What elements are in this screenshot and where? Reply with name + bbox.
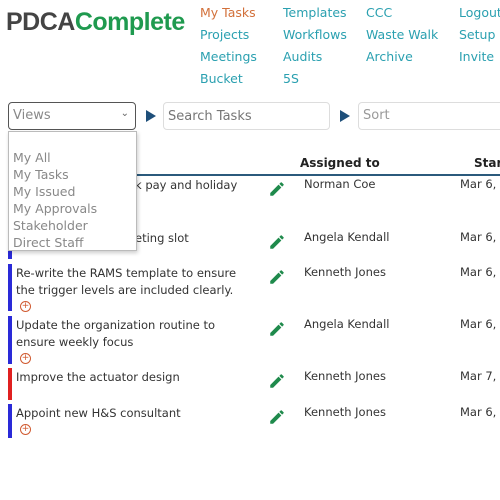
start-date: Mar 6, 2 bbox=[460, 230, 500, 244]
header-assigned-to[interactable]: Assigned to bbox=[300, 156, 380, 170]
nav-link-setup[interactable]: Setup bbox=[459, 27, 495, 42]
menu-item-my-tasks[interactable]: My Tasks bbox=[13, 167, 69, 182]
priority-bar bbox=[8, 316, 12, 364]
start-date: Mar 6, 2 bbox=[460, 317, 500, 331]
priority-bar bbox=[8, 368, 12, 400]
header-start[interactable]: Start bbox=[474, 156, 500, 170]
menu-item-direct-staff[interactable]: Direct Staff bbox=[13, 235, 84, 250]
nav-link-ccc[interactable]: CCC bbox=[366, 5, 392, 20]
search-input[interactable] bbox=[163, 102, 330, 130]
nav-link-my-tasks[interactable]: My Tasks bbox=[200, 5, 256, 20]
task-title[interactable]: Re-write the RAMS template to ensure the… bbox=[16, 265, 256, 299]
chevron-down-icon: ⌄ bbox=[120, 108, 129, 119]
menu-item-my-issued[interactable]: My Issued bbox=[13, 184, 75, 199]
nav-link-5s[interactable]: 5S bbox=[283, 71, 299, 86]
start-date: Mar 6, 2 bbox=[460, 405, 500, 419]
start-date: Mar 6, 2 bbox=[460, 177, 500, 191]
edit-pencil-icon[interactable] bbox=[268, 233, 286, 255]
assigned-to: Kenneth Jones bbox=[304, 265, 386, 279]
task-title[interactable]: Appoint new H&S consultant bbox=[16, 405, 256, 422]
nav-link-logout[interactable]: Logout bbox=[459, 5, 500, 20]
views-dropdown-menu: My All My Tasks My Issued My Approvals S… bbox=[8, 131, 137, 251]
views-select[interactable]: Views ⌄ bbox=[8, 102, 136, 130]
edit-pencil-icon[interactable] bbox=[268, 268, 286, 290]
assigned-to: Angela Kendall bbox=[304, 230, 390, 244]
menu-item-stakeholder[interactable]: Stakeholder bbox=[13, 218, 88, 233]
play-arrow-icon[interactable] bbox=[146, 110, 156, 122]
start-date: Mar 6, 2 bbox=[460, 265, 500, 279]
menu-item-my-approvals[interactable]: My Approvals bbox=[13, 201, 97, 216]
play-arrow-icon[interactable] bbox=[340, 110, 350, 122]
nav-link-invite[interactable]: Invite bbox=[459, 49, 494, 64]
nav-link-archive[interactable]: Archive bbox=[366, 49, 413, 64]
add-circle-icon[interactable]: + bbox=[20, 353, 31, 364]
assigned-to: Kenneth Jones bbox=[304, 405, 386, 419]
assigned-to: Angela Kendall bbox=[304, 317, 390, 331]
edit-pencil-icon[interactable] bbox=[268, 180, 286, 202]
nav-link-meetings[interactable]: Meetings bbox=[200, 49, 257, 64]
nav-link-audits[interactable]: Audits bbox=[283, 49, 322, 64]
nav-link-bucket[interactable]: Bucket bbox=[200, 71, 243, 86]
sort-select[interactable]: Sort bbox=[358, 102, 500, 130]
assigned-to: Kenneth Jones bbox=[304, 369, 386, 383]
add-circle-icon[interactable]: + bbox=[20, 424, 31, 435]
nav-link-waste-walk[interactable]: Waste Walk bbox=[366, 27, 438, 42]
priority-bar bbox=[8, 264, 12, 311]
edit-pencil-icon[interactable] bbox=[268, 372, 286, 394]
start-date: Mar 7, 2 bbox=[460, 369, 500, 383]
task-title[interactable]: Update the organization routine to ensur… bbox=[16, 317, 256, 351]
priority-bar bbox=[8, 404, 12, 438]
edit-pencil-icon[interactable] bbox=[268, 408, 286, 430]
assigned-to: Norman Coe bbox=[304, 177, 376, 191]
nav-link-templates[interactable]: Templates bbox=[283, 5, 347, 20]
menu-item-my-all[interactable]: My All bbox=[13, 150, 51, 165]
nav-link-projects[interactable]: Projects bbox=[200, 27, 249, 42]
logo: PDCAComplete bbox=[6, 8, 185, 36]
task-title[interactable]: Improve the actuator design bbox=[16, 369, 256, 386]
add-circle-icon[interactable]: + bbox=[20, 301, 31, 312]
edit-pencil-icon[interactable] bbox=[268, 320, 286, 342]
nav-link-workflows[interactable]: Workflows bbox=[283, 27, 347, 42]
